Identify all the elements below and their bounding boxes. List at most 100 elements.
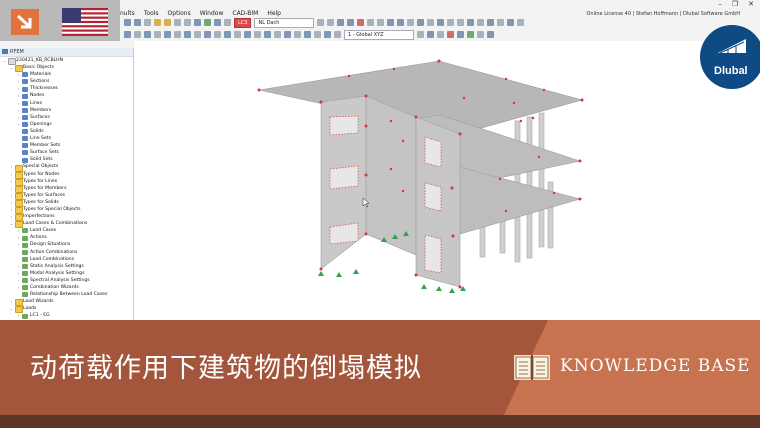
close-button[interactable]: ✕ [748,0,754,8]
tree-item[interactable]: › Load Wizards [0,298,133,307]
menu-item-help[interactable]: Help [267,10,281,17]
comment-icon[interactable] [304,31,311,38]
model-viewport[interactable] [134,41,760,320]
loadcase-name-select[interactable]: NL Dach [254,17,315,28]
chevron-right-icon[interactable]: › [16,78,21,85]
tree-item[interactable]: Load Combinations [0,256,133,263]
chevron-right-icon[interactable]: › [9,178,14,185]
check-icon[interactable] [447,31,454,38]
tree-item[interactable]: Action Combinations [0,249,133,256]
chevron-right-icon[interactable]: › [9,199,14,206]
mesh-icon[interactable] [457,31,464,38]
rotate-icon[interactable] [234,31,241,38]
tree-item[interactable]: Member Sets [0,142,133,149]
table-icon[interactable] [224,19,231,26]
tree-item[interactable]: › Types for Members [0,185,133,193]
chevron-right-icon[interactable]: › [16,227,21,234]
tree-item[interactable]: › Surfaces [0,114,133,121]
menu-item-window[interactable]: Window [200,10,224,17]
new-surface-icon[interactable] [154,31,161,38]
top-view-icon[interactable] [397,19,405,26]
tree-item[interactable]: › LC1 - EG [0,312,133,319]
new-line-icon[interactable] [134,31,141,38]
structure-3d-model[interactable] [134,41,760,320]
chevron-right-icon[interactable]: › [9,298,14,305]
tree-item[interactable]: › Nodes [0,92,133,99]
chevron-down-icon[interactable]: ⌄ [2,57,7,64]
chevron-right-icon[interactable]: › [16,85,21,92]
menu-item-tools[interactable]: Tools [144,10,159,17]
tree-item[interactable]: › Imperfections [0,213,133,222]
tree-item[interactable]: ⌄ Loads [0,305,133,314]
tree-item[interactable]: › Modal Analysis Settings [0,270,133,277]
menu-item-cad-bim[interactable]: CAD-BIM [232,10,258,17]
measure-icon[interactable] [437,19,445,26]
save-icon[interactable] [144,19,151,26]
tree-item[interactable]: Surface Sets [0,149,133,156]
visibility-icon[interactable] [487,19,495,26]
support-icon[interactable] [184,31,191,38]
menu-item-results[interactable]: nults [120,10,135,17]
move-icon[interactable] [224,31,231,38]
chevron-right-icon[interactable]: › [16,277,21,284]
results-icon[interactable] [204,19,211,26]
undo-icon[interactable] [174,19,181,26]
new-node-icon[interactable] [124,31,131,38]
chevron-right-icon[interactable]: › [9,163,14,170]
tree-item[interactable]: Line Sets [0,135,133,142]
scale-icon[interactable] [254,31,261,38]
more-tools-icon[interactable] [517,19,525,26]
render-icon[interactable] [347,19,355,26]
tree-item[interactable]: › Thicknesses [0,85,133,92]
section-icon[interactable] [467,19,475,26]
print-icon[interactable] [154,19,161,26]
new-member-icon[interactable] [144,31,151,38]
chevron-right-icon[interactable]: › [16,270,21,277]
next-loadcase-icon[interactable] [327,19,335,26]
tree-item[interactable]: › Spectral Analysis Settings [0,277,133,284]
chevron-right-icon[interactable]: › [9,171,14,178]
guide-line-icon[interactable] [314,31,321,38]
tree-item[interactable]: Solid Sets [0,156,133,163]
side-view-icon[interactable] [387,19,395,26]
chevron-right-icon[interactable]: › [16,312,21,319]
chevron-right-icon[interactable]: › [16,241,21,248]
chevron-right-icon[interactable]: › [16,121,21,128]
chevron-right-icon[interactable]: › [9,185,14,192]
chevron-down-icon[interactable]: ⌄ [9,64,14,71]
axis-icon[interactable] [417,31,424,38]
work-plane-icon[interactable] [324,31,331,38]
new-opening-icon[interactable] [164,31,171,38]
extrude-icon[interactable] [284,31,291,38]
new-file-icon[interactable] [124,19,131,26]
print-report-icon[interactable] [164,19,171,26]
open-file-icon[interactable] [134,19,141,26]
animation-icon[interactable] [477,31,484,38]
front-view-icon[interactable] [377,19,385,26]
tree-item[interactable]: › Types for Lines [0,178,133,186]
clipping-icon[interactable] [477,19,485,26]
tree-item[interactable]: Relationship Between Load Cases [0,291,133,298]
menu-item-options[interactable]: Options [168,10,191,17]
tree-item[interactable]: ⌄ Load Cases & Combinations [0,220,133,229]
chevron-right-icon[interactable]: › [16,263,21,270]
calculate-icon[interactable] [194,19,201,26]
tree-item[interactable]: › Types for Solids [0,199,133,208]
prev-loadcase-icon[interactable] [317,19,325,26]
results-display-icon[interactable] [467,31,474,38]
tree-item[interactable]: › Combination Wizards [0,284,133,291]
tree-item[interactable]: › Special Objects [0,163,133,172]
tree-item[interactable]: ⌄ 230421_KB_RCBLHN [0,57,133,66]
chevron-right-icon[interactable]: › [16,100,21,107]
tree-item[interactable]: › Members [0,107,133,114]
mirror-icon[interactable] [244,31,251,38]
settings-icon[interactable] [507,19,515,26]
chevron-right-icon[interactable]: › [16,92,21,99]
chevron-down-icon[interactable]: ⌄ [9,305,14,312]
snap-icon[interactable] [457,19,465,26]
numbering-icon[interactable] [437,31,444,38]
chevron-right-icon[interactable]: › [9,213,14,220]
copy-icon[interactable] [214,31,221,38]
chevron-right-icon[interactable]: › [16,284,21,291]
divide-icon[interactable] [264,31,271,38]
